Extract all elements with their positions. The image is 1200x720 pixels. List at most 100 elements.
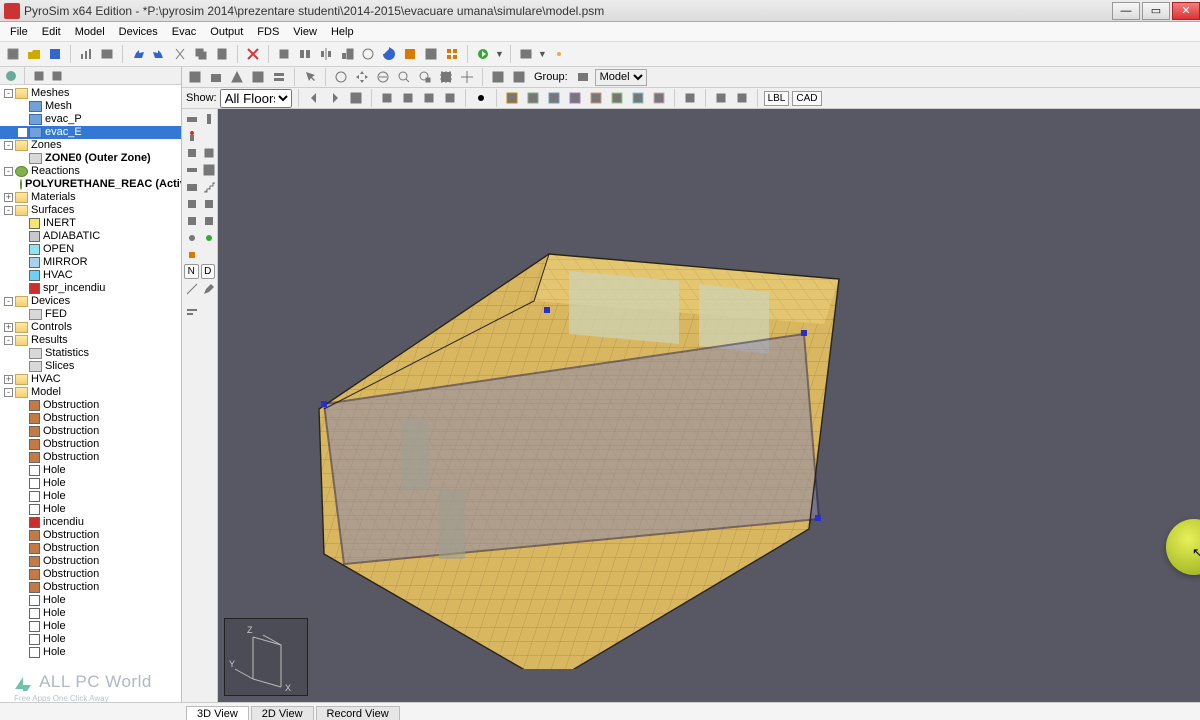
render-icon[interactable] [517, 45, 535, 63]
flare-icon[interactable] [550, 45, 568, 63]
tree-toggle-icon[interactable]: - [4, 206, 13, 215]
tree-item[interactable]: Hole [0, 646, 181, 659]
draw-init-icon[interactable] [184, 213, 199, 228]
draw-stairs-icon[interactable] [201, 179, 216, 194]
marker-a-icon[interactable] [472, 89, 490, 107]
viz-c-icon[interactable] [545, 89, 563, 107]
draw-slice-icon[interactable] [201, 196, 216, 211]
pencil-icon[interactable] [201, 281, 216, 296]
menu-evac[interactable]: Evac [166, 24, 202, 40]
menu-fds[interactable]: FDS [251, 24, 285, 40]
tree-toggle-icon[interactable]: - [4, 141, 13, 150]
tree-item[interactable]: HVAC [0, 269, 181, 282]
tree-item[interactable]: -Devices [0, 295, 181, 308]
delete-icon[interactable] [244, 45, 262, 63]
measure-icon[interactable] [184, 281, 199, 296]
tree-toggle-icon[interactable]: - [4, 388, 13, 397]
zoom-window-icon[interactable] [437, 68, 455, 86]
tree-item[interactable]: Hole [0, 464, 181, 477]
viz-g-icon[interactable] [629, 89, 647, 107]
tree-item[interactable]: Obstruction [0, 581, 181, 594]
n-button[interactable]: N [184, 264, 199, 279]
save-icon[interactable] [46, 45, 64, 63]
tree-toggle-icon[interactable]: + [4, 193, 13, 202]
draw-room-icon[interactable] [184, 179, 199, 194]
draw-wall-icon[interactable] [201, 111, 216, 126]
draw-mesh-icon[interactable] [201, 162, 216, 177]
tree-item[interactable]: ZONE0 (Outer Zone) [0, 152, 181, 165]
tree-item[interactable]: -Reactions [0, 165, 181, 178]
tree-item[interactable]: Obstruction [0, 438, 181, 451]
viz-b-icon[interactable] [524, 89, 542, 107]
orbit-icon[interactable] [332, 68, 350, 86]
minimize-button[interactable]: — [1112, 2, 1140, 20]
d-button[interactable]: D [201, 264, 216, 279]
tree-item[interactable]: -Zones [0, 139, 181, 152]
chart-icon[interactable] [77, 45, 95, 63]
tree-toggle-icon[interactable]: + [4, 323, 13, 332]
menu-output[interactable]: Output [204, 24, 249, 40]
tree-item[interactable]: POLYURETHANE_REAC (Active) [0, 178, 181, 191]
dim-c-icon[interactable] [733, 89, 751, 107]
dim-b-icon[interactable] [712, 89, 730, 107]
snap-c-icon[interactable] [420, 89, 438, 107]
tree-item[interactable]: Hole [0, 607, 181, 620]
tree-item[interactable]: INERT [0, 217, 181, 230]
mesh-display-icon[interactable] [510, 68, 528, 86]
draw-box-icon[interactable] [184, 145, 199, 160]
refresh-icon[interactable] [380, 45, 398, 63]
lbl-tag[interactable]: LBL [764, 91, 790, 106]
tree-item[interactable]: -Surfaces [0, 204, 181, 217]
expand-icon[interactable] [31, 68, 46, 83]
tree-item[interactable]: -Model [0, 386, 181, 399]
cross-icon[interactable] [458, 68, 476, 86]
tree-item[interactable]: Obstruction [0, 555, 181, 568]
tree-item[interactable]: Obstruction [0, 412, 181, 425]
tree-item[interactable]: Hole [0, 633, 181, 646]
tree-item[interactable]: Obstruction [0, 425, 181, 438]
tree-item[interactable]: ADIABATIC [0, 230, 181, 243]
tab-3d-view[interactable]: 3D View [186, 706, 249, 720]
grid-toggle-icon[interactable] [401, 45, 419, 63]
viz-f-icon[interactable] [608, 89, 626, 107]
run-icon[interactable] [474, 45, 492, 63]
tree-item[interactable]: +HVAC [0, 373, 181, 386]
viz-d-icon[interactable] [566, 89, 584, 107]
roll-icon[interactable] [374, 68, 392, 86]
tree-toggle-icon[interactable]: - [4, 336, 13, 345]
tree-item[interactable]: spr_incendiu [0, 282, 181, 295]
tree-item[interactable]: evac_E [0, 126, 181, 139]
tree-item[interactable]: Hole [0, 594, 181, 607]
tree-item[interactable]: Hole [0, 620, 181, 633]
menu-edit[interactable]: Edit [36, 24, 67, 40]
tab-record-view[interactable]: Record View [316, 706, 400, 720]
cad-tag[interactable]: CAD [792, 91, 821, 106]
copy-icon[interactable] [192, 45, 210, 63]
view-home-icon[interactable] [186, 68, 204, 86]
tree-item[interactable]: MIRROR [0, 256, 181, 269]
tree-item[interactable]: Obstruction [0, 568, 181, 581]
draw-patch-icon[interactable] [184, 196, 199, 211]
group-select[interactable]: Model [595, 69, 647, 86]
settings-icon[interactable] [98, 45, 116, 63]
floor-next-icon[interactable] [326, 89, 344, 107]
draw-zone-icon[interactable] [201, 213, 216, 228]
cut-icon[interactable] [171, 45, 189, 63]
tree-item[interactable]: Statistics [0, 347, 181, 360]
world-icon[interactable] [3, 68, 18, 83]
tree-item[interactable]: Obstruction [0, 529, 181, 542]
tree-item[interactable]: Obstruction [0, 399, 181, 412]
menu-view[interactable]: View [287, 24, 323, 40]
dim-a-icon[interactable] [681, 89, 699, 107]
menu-model[interactable]: Model [69, 24, 111, 40]
view-ortho-icon[interactable] [249, 68, 267, 86]
pointer-icon[interactable] [301, 68, 319, 86]
menu-file[interactable]: File [4, 24, 34, 40]
mesh-icon[interactable] [422, 45, 440, 63]
view-cube-icon[interactable] [207, 68, 225, 86]
tree-item[interactable]: FED [0, 308, 181, 321]
tree-item[interactable]: evac_P [0, 113, 181, 126]
close-button[interactable]: ✕ [1172, 2, 1200, 20]
viz-h-icon[interactable] [650, 89, 668, 107]
draw-fire-icon[interactable] [184, 247, 199, 262]
